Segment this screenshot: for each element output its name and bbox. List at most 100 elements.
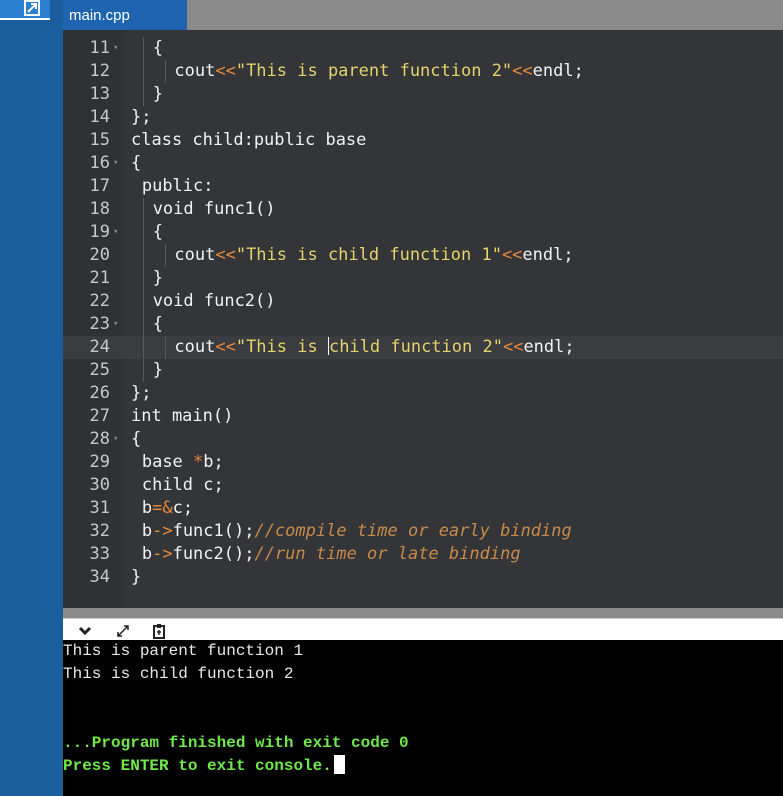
operator: << [512,61,533,81]
line-number: 31 [89,498,110,518]
code-token: c; [172,498,194,518]
line-number: 14 [89,107,110,127]
code-token: { [152,222,163,242]
clipboard-icon[interactable] [151,623,167,639]
operator: << [215,61,236,81]
code-text: class child:public base [131,129,366,152]
code-text: }; [131,382,151,405]
line-number: 20 [89,245,110,265]
code-text: cout<<"This is parent function 2"<<endl; [174,60,583,83]
code-token: public: [141,176,214,196]
chevron-down-icon[interactable] [77,623,93,639]
code-line[interactable]: 25} [63,359,783,382]
code-token: class child:public base [131,130,367,150]
code-line[interactable]: 16 ▾ { [63,152,783,175]
code-line[interactable]: 27 int main() [63,405,783,428]
code-token: } [152,84,163,104]
code-token: cout [174,337,216,357]
code-text: child c; [142,474,224,497]
console-exit-message: ...Program finished with exit code 0 [63,734,409,752]
fold-toggle-icon[interactable]: ▾ [113,428,118,451]
code-token: b [141,544,153,564]
pane-divider[interactable] [63,608,783,618]
code-text: b->func2();//run time or late binding [142,543,521,566]
output-console[interactable]: This is parent function 1 This is child … [63,640,783,796]
code-line[interactable]: 30 child c; [63,474,783,497]
code-line[interactable]: 34} [63,566,783,589]
code-token: endl; [532,61,584,81]
code-line[interactable]: 11 ▾ { [63,37,783,60]
tab-main-cpp[interactable]: main.cpp [63,0,187,30]
indent-guide [142,83,144,106]
operator: << [215,337,236,357]
indent-guide [164,60,166,83]
code-text: { [153,37,163,60]
line-number: 15 [89,130,110,150]
code-text: b->func1();//compile time or early bindi… [142,520,572,543]
code-line[interactable]: 17 public: [63,175,783,198]
code-line[interactable]: 26}; [63,382,783,405]
line-number: 34 [89,567,110,587]
code-text: { [153,221,163,244]
indent-guide [142,359,144,382]
code-line[interactable]: 12 cout<<"This is parent function 2"<<end… [63,60,783,83]
code-text: void func2() [153,290,276,313]
code-token: void func1() [152,199,276,219]
indent-guide [142,37,144,60]
code-editor[interactable]: 11 ▾{12 cout<<"This is parent function 2"<… [63,30,783,608]
comment: //run time or late binding [254,544,521,564]
code-text: { [153,313,163,336]
code-line[interactable]: 23 ▾ { [63,313,783,336]
code-token: cout [174,61,216,81]
code-line[interactable]: 13} [63,83,783,106]
line-number: 33 [89,544,110,564]
code-token: endl; [523,337,575,357]
expand-arrows-icon[interactable] [115,623,131,639]
code-text: int main() [131,405,233,428]
code-token: }; [131,383,152,403]
code-line[interactable]: 14}; [63,106,783,129]
left-sidebar [0,0,63,796]
indent-guide [164,336,166,359]
code-line[interactable]: 29 base *b; [63,451,783,474]
code-line[interactable]: 22 void func2() [63,290,783,313]
code-line[interactable]: 18 void func1() [63,198,783,221]
code-line[interactable]: 33 b->func2();//run time or late binding [63,543,783,566]
fold-toggle-icon[interactable]: ▾ [113,37,118,60]
console-cursor [333,755,345,774]
run-icon[interactable] [0,0,50,20]
indent-guide [142,221,144,244]
operator: =& [152,498,173,518]
line-number: 16 [89,153,110,173]
code-line[interactable]: 20 cout<<"This is child function 1"<<endl… [63,244,783,267]
indent-guide [142,244,144,267]
console-prompt: Press ENTER to exit console. [63,755,345,778]
code-token: { [131,153,142,173]
code-text: b=&c; [142,497,193,520]
code-line[interactable]: 28 ▾ { [63,428,783,451]
code-line[interactable]: 21} [63,267,783,290]
line-number: 12 [89,61,110,81]
line-number: 23 [89,314,110,334]
code-token: func1(); [172,521,255,541]
indent-guide [142,267,144,290]
line-number: 18 [89,199,110,219]
operator: << [501,245,523,265]
code-line[interactable]: 24 cout<<"This is child function 2"<<endl… [63,336,783,359]
code-line[interactable]: 32 b->func1();//compile time or early bin… [63,520,783,543]
code-token: child c; [141,475,224,495]
fold-toggle-icon[interactable]: ▾ [113,313,118,336]
line-number: 19 [89,222,110,242]
indent-guide [142,336,144,359]
code-token: int main() [131,406,234,426]
line-number: 32 [89,521,110,541]
code-token: void func2() [152,291,276,311]
code-line[interactable]: 15 class child:public base [63,129,783,152]
code-line[interactable]: 19 ▾ { [63,221,783,244]
code-text: public: [142,175,214,198]
operator: -> [152,521,173,541]
fold-toggle-icon[interactable]: ▾ [113,221,118,244]
code-line[interactable]: 31 b=&c; [63,497,783,520]
code-text: } [153,83,163,106]
fold-toggle-icon[interactable]: ▾ [113,152,118,175]
